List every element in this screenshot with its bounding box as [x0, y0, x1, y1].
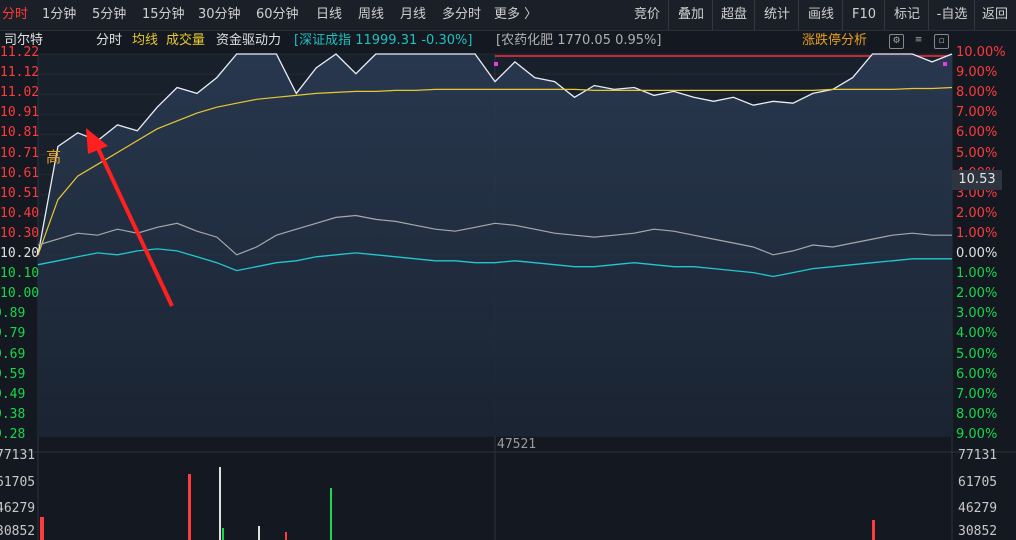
left-axis-label: 10.10	[0, 266, 40, 282]
left-axis-label: 9.38	[0, 406, 26, 422]
volume-bar	[285, 532, 287, 540]
right-axis-label: 9.00%	[956, 65, 998, 81]
right-axis-label: 2.00%	[956, 205, 998, 221]
right-axis-label: 8.00%	[956, 85, 998, 101]
volume-bar	[219, 467, 221, 540]
left-axis-label: 9.69	[0, 346, 26, 362]
left-axis-label: 11.12	[0, 65, 40, 81]
volume-axis-right-label: 30852	[958, 524, 998, 539]
right-axis-label: 4.00%	[956, 326, 998, 342]
volume-bar	[40, 517, 44, 540]
volume-axis-left-label: 30852	[0, 524, 36, 539]
marker-dot	[494, 62, 498, 66]
right-axis-label: 2.00%	[956, 286, 998, 302]
left-axis-label: 10.91	[0, 105, 40, 121]
volume-bar	[258, 526, 260, 540]
right-axis-label: 5.00%	[956, 145, 998, 161]
volume-bar	[872, 520, 875, 540]
left-axis-label: 9.79	[0, 326, 26, 342]
right-axis-label: 3.00%	[956, 306, 998, 322]
volume-axis-right-label: 61705	[958, 475, 998, 490]
current-price-tag: 10.53	[952, 170, 1002, 190]
left-axis-label: 11.02	[0, 85, 40, 101]
left-axis-label: 11.22	[0, 45, 40, 60]
volume-axis-right-label: 77131	[958, 448, 998, 463]
left-axis-label: 10.81	[0, 125, 40, 141]
right-axis-label: 5.00%	[956, 346, 998, 362]
left-axis-label: 10.51	[0, 185, 40, 201]
right-axis-label: 6.00%	[956, 125, 998, 141]
volume-bar	[222, 528, 224, 540]
left-axis-label: 10.20	[0, 246, 40, 261]
intraday-chart[interactable]	[0, 0, 1016, 540]
right-axis-label: 0.00%	[956, 246, 998, 261]
right-axis-label: 7.00%	[956, 105, 998, 121]
left-axis-label: 10.30	[0, 225, 40, 241]
left-axis-label: 9.89	[0, 306, 26, 322]
left-axis-label: 9.49	[0, 386, 26, 402]
volume-axis-right-label: 46279	[958, 501, 998, 516]
right-axis-label: 8.00%	[956, 406, 998, 422]
right-axis-label: 1.00%	[956, 266, 998, 282]
volume-bar	[188, 474, 191, 540]
marker-dot	[943, 62, 947, 66]
right-axis-label: 10.00%	[956, 45, 1006, 60]
right-axis-label: 9.00%	[956, 426, 998, 442]
left-axis-label: 10.61	[0, 165, 40, 181]
right-axis-label: 1.00%	[956, 225, 998, 241]
left-axis-label: 9.59	[0, 366, 26, 382]
volume-bar	[330, 488, 332, 540]
left-axis-label: 10.71	[0, 145, 40, 161]
volume-axis-left-label: 46279	[0, 501, 36, 516]
left-axis-label: 9.28	[0, 426, 26, 442]
high-annotation: 高	[46, 148, 62, 166]
volume-axis-left-label: 77131	[0, 448, 36, 463]
left-axis-label: 10.40	[0, 205, 40, 221]
right-axis-label: 6.00%	[956, 366, 998, 382]
volume-axis-left-label: 61705	[0, 475, 36, 490]
mid-volume-label: 47521	[497, 437, 537, 452]
left-axis-label: 10.00	[0, 286, 40, 302]
right-axis-label: 7.00%	[956, 386, 998, 402]
